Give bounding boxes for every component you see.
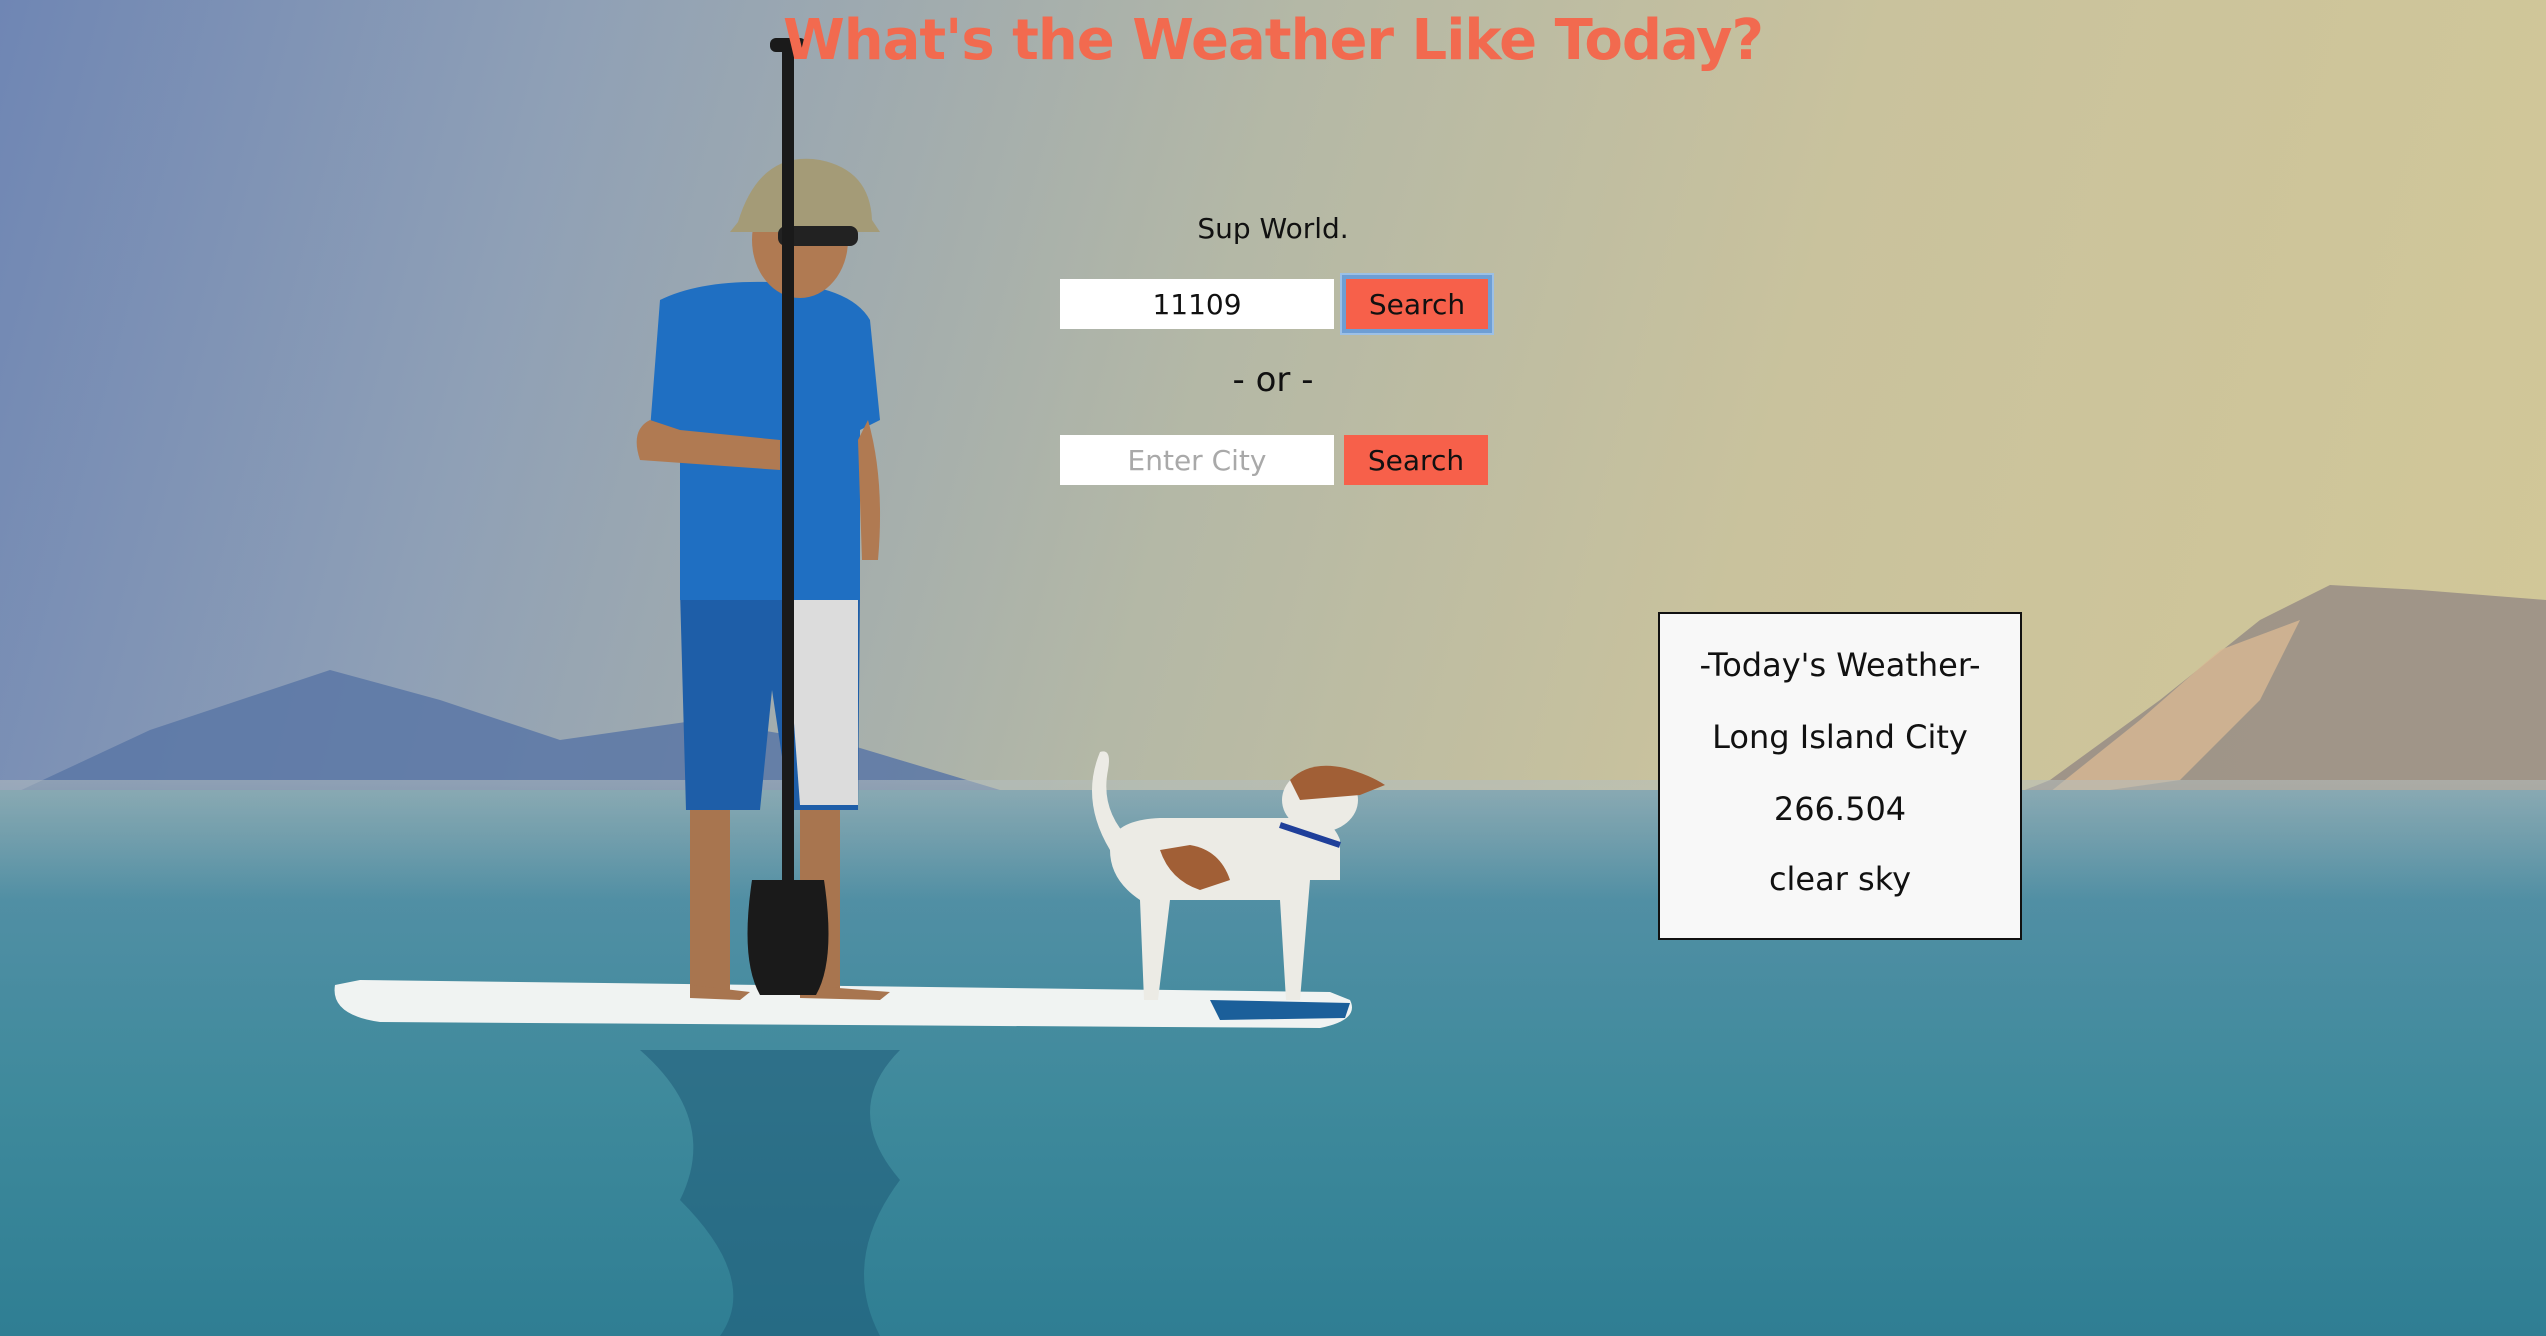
zip-search-row: Search: [1060, 273, 1494, 335]
paddleboard-figures: [334, 38, 1385, 1336]
weather-card: -Today's Weather- Long Island City 266.5…: [1658, 612, 2022, 940]
city-search-button[interactable]: Search: [1344, 435, 1488, 485]
greeting-text: Sup World.: [1197, 212, 1349, 245]
weather-city: Long Island City: [1712, 718, 1968, 756]
weather-heading: -Today's Weather-: [1699, 646, 1981, 684]
weather-temperature: 266.504: [1773, 790, 1907, 828]
zip-input[interactable]: [1060, 279, 1334, 329]
city-input[interactable]: [1060, 435, 1334, 485]
city-search-row: Search: [1060, 434, 1488, 486]
page-title: What's the Weather Like Today?: [782, 8, 1764, 73]
or-separator: - or -: [1232, 360, 1314, 400]
background-photo: [0, 0, 2546, 1336]
zip-search-button[interactable]: Search: [1340, 273, 1494, 335]
weather-description: clear sky: [1768, 860, 1912, 898]
